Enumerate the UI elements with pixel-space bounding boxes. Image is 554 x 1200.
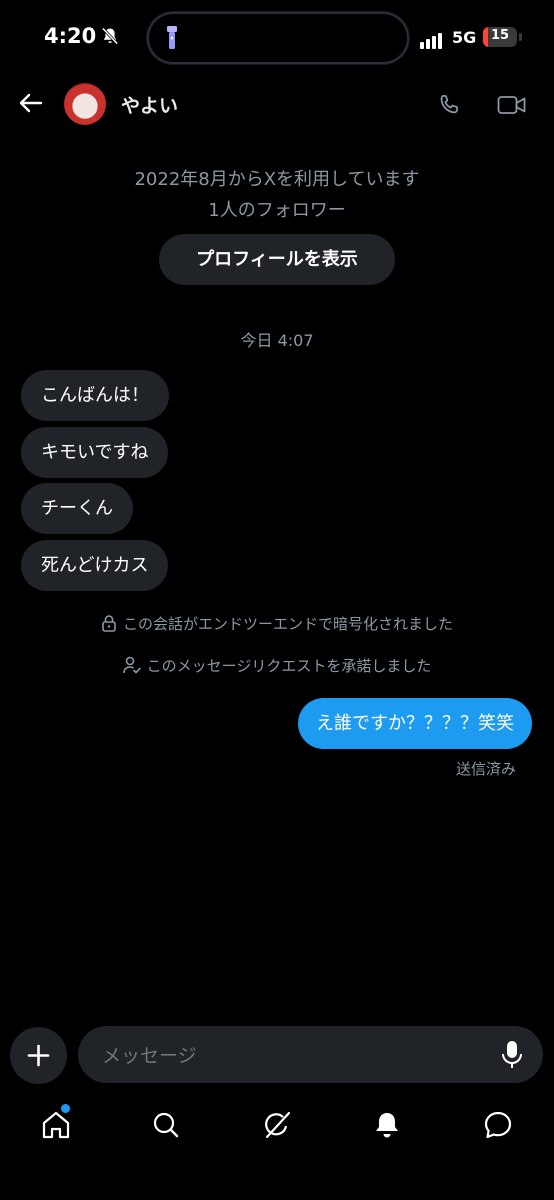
- date-separator: 今日 4:07: [240, 331, 314, 350]
- message-composer[interactable]: [78, 1026, 543, 1085]
- add-media-button[interactable]: [10, 1027, 67, 1084]
- messages-icon[interactable]: [481, 1108, 515, 1142]
- microphone-icon[interactable]: [501, 1040, 523, 1070]
- joined-info: 2022年8月からXを利用しています: [134, 169, 420, 190]
- search-icon[interactable]: [149, 1108, 183, 1142]
- incoming-message[interactable]: こんばんは！: [21, 370, 169, 421]
- home-notification-dot: [61, 1104, 70, 1113]
- message-input[interactable]: [100, 1026, 484, 1085]
- person-check-icon: [122, 656, 141, 674]
- view-profile-button[interactable]: プロフィールを表示: [159, 234, 395, 285]
- incoming-message[interactable]: チーくん: [21, 483, 133, 534]
- notifications-icon[interactable]: [370, 1108, 404, 1142]
- avatar[interactable]: [64, 83, 106, 125]
- incoming-message[interactable]: 死んどけカス: [21, 540, 169, 591]
- phone-icon[interactable]: [436, 92, 462, 118]
- dynamic-island: [147, 12, 409, 64]
- encryption-note: この会話がエンドツーエンドで暗号化されました: [0, 613, 554, 634]
- incoming-message[interactable]: キモいですね: [21, 427, 169, 478]
- lock-icon: [102, 615, 116, 632]
- status-time: 4:20: [44, 24, 97, 48]
- followers-info: 1人のフォロワー: [208, 200, 346, 221]
- grok-icon[interactable]: [260, 1108, 294, 1142]
- battery-nub: [519, 33, 522, 41]
- network-label: 5G: [452, 28, 477, 47]
- encryption-note-text: この会話がエンドツーエンドで暗号化されました: [122, 615, 453, 633]
- video-camera-icon[interactable]: [497, 94, 527, 116]
- sent-status: 送信済み: [455, 760, 516, 778]
- bell-slash-icon: [101, 27, 119, 45]
- signal-icon: [420, 30, 444, 49]
- plus-icon: [27, 1044, 50, 1067]
- back-arrow-icon[interactable]: [18, 90, 44, 116]
- flashlight-icon: [167, 26, 177, 49]
- home-icon[interactable]: [39, 1108, 73, 1142]
- battery-icon: 15: [483, 27, 517, 47]
- request-accepted-text: このメッセージリクエストを承諾しました: [146, 657, 432, 675]
- request-accepted-note: このメッセージリクエストを承諾しました: [0, 655, 554, 676]
- conversation-title[interactable]: やよい: [121, 91, 178, 118]
- battery-percent: 15: [490, 28, 510, 43]
- outgoing-message[interactable]: え誰ですか？？？？笑笑: [298, 698, 532, 749]
